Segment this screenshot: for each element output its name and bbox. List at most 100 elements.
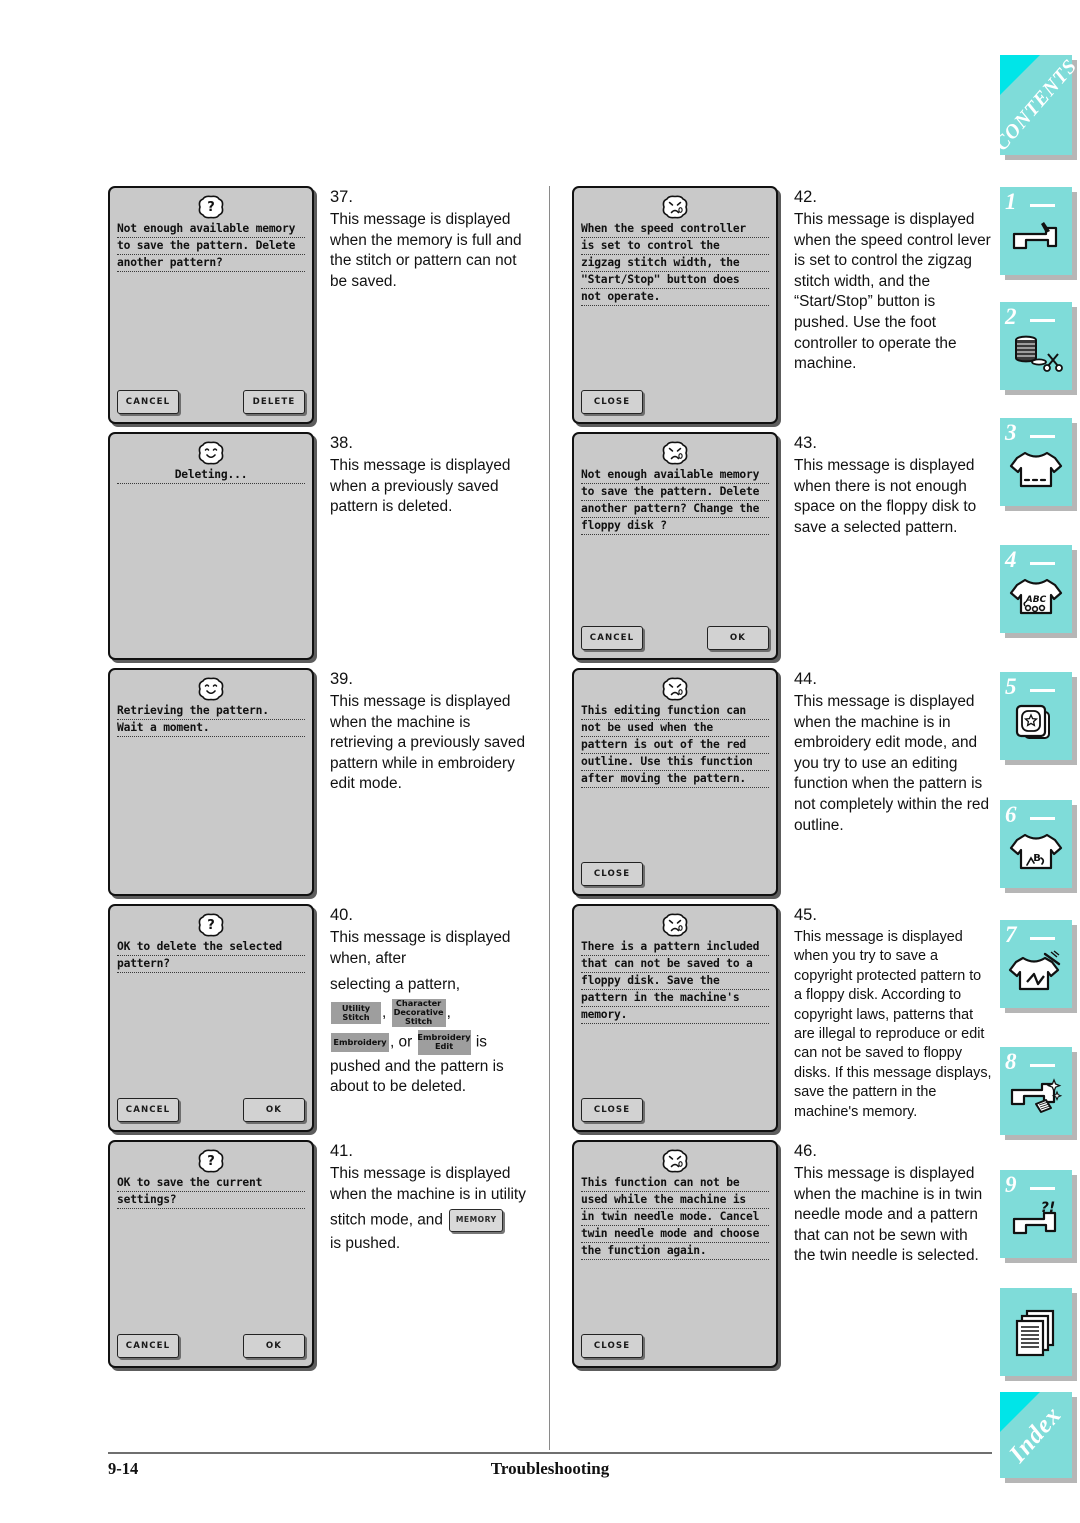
shirt-letter-b-icon: B xyxy=(1000,822,1072,880)
entry-39: Retrieving the pattern. Wait a moment. 3… xyxy=(108,668,528,896)
entry-number: 41. xyxy=(330,1142,353,1160)
lcd-line: zigzag stitch width, the xyxy=(581,255,769,272)
tab-contents[interactable]: CONTENTS xyxy=(990,55,1080,155)
sad-face-icon xyxy=(581,194,769,220)
lcd-button-row-44: CLOSE xyxy=(581,862,769,886)
entry-45: There is a pattern included that can not… xyxy=(572,904,992,1132)
svg-text:?: ? xyxy=(207,918,215,933)
cancel-button[interactable]: CANCEL xyxy=(117,1334,179,1358)
manual-page: ? Not enough available memory to save th… xyxy=(0,0,1080,1523)
lcd-message-38: Deleting... xyxy=(117,467,305,484)
ok-button[interactable]: OK xyxy=(243,1098,305,1122)
entry-40: ? OK to delete the selected pattern? CAN… xyxy=(108,904,528,1132)
close-button[interactable]: CLOSE xyxy=(581,862,643,886)
tab-chapter-1[interactable]: 1 xyxy=(1000,187,1072,275)
shirt-abc-icon: ABC xyxy=(1000,567,1072,625)
entry-38: Deleting... 38. This message is displaye… xyxy=(108,432,528,660)
lcd-button-row-42: CLOSE xyxy=(581,390,769,414)
lcd-spacer xyxy=(117,272,305,386)
ok-button[interactable]: OK xyxy=(243,1334,305,1358)
cancel-button[interactable]: CANCEL xyxy=(581,626,643,650)
entry-memory-row: stitch mode, and MEMORY xyxy=(330,1209,528,1233)
lcd-spacer xyxy=(581,306,769,386)
entry-text: This message is displayed when you try t… xyxy=(794,929,992,1120)
tab-chapter-6[interactable]: 6 B xyxy=(1000,800,1072,888)
close-button[interactable]: CLOSE xyxy=(581,1334,643,1358)
tab-chapter-9[interactable]: 9 ?! xyxy=(1000,1170,1072,1258)
character-decorative-stitch-key[interactable]: Character Decorative Stitch xyxy=(391,998,446,1027)
entry-text-part2: selecting a pattern, xyxy=(330,975,528,996)
is-text: is xyxy=(475,1033,487,1051)
happy-face-icon xyxy=(117,676,305,702)
entry-number: 45. xyxy=(794,906,817,924)
lcd-button-row-40: CANCEL OK xyxy=(117,1098,305,1122)
lcd-spacer xyxy=(117,973,305,1094)
lcd-line: outline. Use this function xyxy=(581,754,769,771)
question-face-icon: ? xyxy=(117,1148,305,1174)
entry-number: 46. xyxy=(794,1142,817,1160)
entry-text: This message is displayed when the machi… xyxy=(330,693,526,793)
question-face-icon: ? xyxy=(117,194,305,220)
sad-face-icon xyxy=(581,676,769,702)
memory-key[interactable]: MEMORY xyxy=(449,1209,504,1233)
embroidery-key[interactable]: Embroidery xyxy=(331,1032,389,1052)
lcd-message-39: Retrieving the pattern. Wait a moment. xyxy=(117,703,305,737)
svg-text:ABC: ABC xyxy=(1025,595,1047,605)
description-37: 37. This message is displayed when the m… xyxy=(314,186,528,424)
tab-appendix[interactable] xyxy=(1000,1288,1072,1376)
description-41: 41. This message is displayed when the m… xyxy=(314,1140,528,1368)
entry-text: This message is displayed when the memor… xyxy=(330,211,522,290)
entry-keycap-row-1: Utility Stitch, Character Decorative Sti… xyxy=(330,998,528,1027)
svg-text:?!: ?! xyxy=(1041,1201,1056,1216)
description-39: 39. This message is displayed when the m… xyxy=(314,668,528,896)
sewing-machine-icon xyxy=(1000,209,1072,267)
lcd-line: is set to control the xyxy=(581,238,769,255)
tab-index[interactable]: Index xyxy=(1000,1392,1072,1478)
tab-dash xyxy=(1030,319,1055,322)
entry-text: This message is displayed when a previou… xyxy=(330,457,511,516)
page-footer: Troubleshooting 9-14 xyxy=(108,1459,992,1489)
tab-chapter-8[interactable]: 8 xyxy=(1000,1047,1072,1135)
embroidery-edit-key[interactable]: Embroidery Edit xyxy=(417,1029,471,1055)
lcd-dialog-46: This function can not be used while the … xyxy=(572,1140,778,1368)
description-43: 43. This message is displayed when there… xyxy=(778,432,992,660)
svg-text:?: ? xyxy=(207,200,215,215)
description-42: 42. This message is displayed when the s… xyxy=(778,186,992,424)
cancel-button[interactable]: CANCEL xyxy=(117,1098,179,1122)
tab-chapter-5[interactable]: 5 xyxy=(1000,672,1072,760)
tab-chapter-3[interactable]: 3 xyxy=(1000,418,1072,506)
lcd-line: to save the pattern. Delete xyxy=(117,238,305,255)
selecting-pattern-text: selecting a pattern, xyxy=(330,976,461,994)
ok-button[interactable]: OK xyxy=(707,626,769,650)
tab-chapter-4[interactable]: 4 ABC xyxy=(1000,545,1072,633)
key-sep-3: , or xyxy=(390,1033,413,1051)
right-column: When the speed controller is set to cont… xyxy=(550,186,992,1418)
close-button[interactable]: CLOSE xyxy=(581,390,643,414)
entry-46: This function can not be used while the … xyxy=(572,1140,992,1368)
machine-question-icon: ?! xyxy=(1000,1192,1072,1250)
lcd-line: used while the machine is xyxy=(581,1192,769,1209)
delete-button[interactable]: DELETE xyxy=(243,390,305,414)
left-column: ? Not enough available memory to save th… xyxy=(108,186,550,1418)
tab-dash xyxy=(1030,204,1055,207)
tab-chapter-2[interactable]: 2 xyxy=(1000,302,1072,390)
lcd-line: the function again. xyxy=(581,1243,769,1260)
lcd-button-row-41: CANCEL OK xyxy=(117,1334,305,1358)
lcd-button-row-37: CANCEL DELETE xyxy=(117,390,305,414)
lcd-line: Not enough available memory xyxy=(117,221,305,238)
close-button[interactable]: CLOSE xyxy=(581,1098,643,1122)
lcd-spacer xyxy=(117,484,305,650)
key-sep-1: , xyxy=(382,1003,387,1021)
entry-number: 40. xyxy=(330,906,353,924)
utility-stitch-key[interactable]: Utility Stitch xyxy=(331,1001,381,1024)
entry-text-part1: This message is displayed when the machi… xyxy=(330,1165,526,1203)
lcd-line: floppy disk. Save the xyxy=(581,973,769,990)
lcd-line: another pattern? xyxy=(117,255,305,272)
cancel-button[interactable]: CANCEL xyxy=(117,390,179,414)
lcd-button-row-43: CANCEL OK xyxy=(581,626,769,650)
tab-chapter-7[interactable]: 7 xyxy=(1000,920,1072,1008)
page-number: 9-14 xyxy=(108,1459,139,1478)
entry-keycap-row-2: Embroidery, or Embroidery Edit is xyxy=(330,1029,528,1055)
description-38: 38. This message is displayed when a pre… xyxy=(314,432,528,660)
sad-face-icon xyxy=(581,440,769,466)
